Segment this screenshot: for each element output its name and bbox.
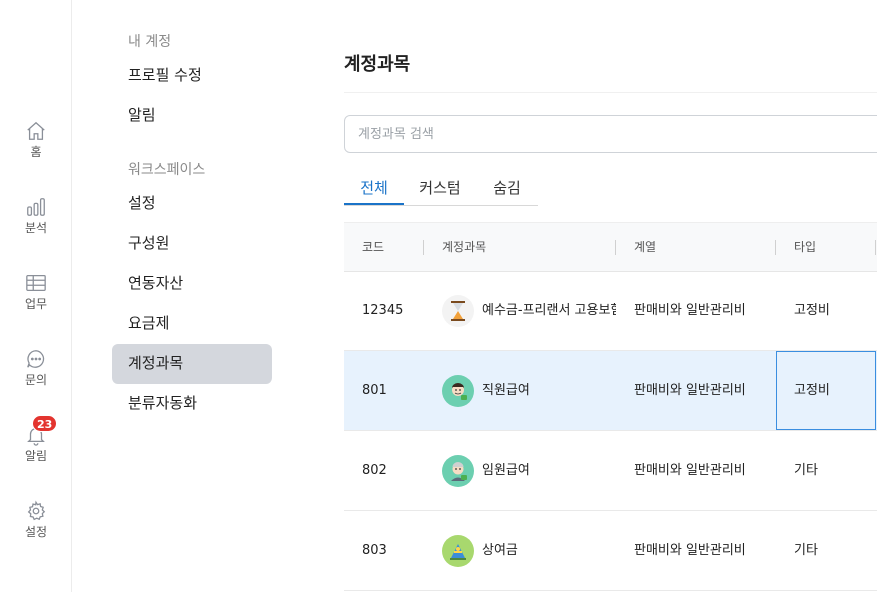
account-name: 상여금 bbox=[482, 543, 518, 558]
bonus-icon bbox=[442, 534, 474, 567]
cell-type[interactable]: 기타 bbox=[794, 511, 876, 590]
employee-avatar-icon bbox=[442, 374, 474, 407]
sidebar-heading-account: 내 계정 bbox=[128, 34, 172, 50]
column-header-type: 타입 bbox=[794, 223, 816, 273]
home-icon bbox=[27, 121, 45, 140]
cell-code: 803 bbox=[362, 543, 387, 558]
column-header-account: 계정과목 bbox=[442, 223, 486, 273]
rail-label: 홈 bbox=[30, 145, 42, 159]
title-divider bbox=[344, 92, 877, 93]
rail-item-analysis[interactable]: 분석 bbox=[0, 196, 72, 236]
cell-type[interactable]: 고정비 bbox=[794, 271, 876, 350]
column-header-category: 계열 bbox=[634, 223, 656, 273]
rail-item-settings[interactable]: 설정 bbox=[0, 500, 72, 540]
sidebar-item-linked-assets[interactable]: 연동자산 bbox=[112, 264, 272, 304]
settings-sidebar: 내 계정 프로필 수정 알림 워크스페이스 설정 구성원 연동자산 요금제 계정… bbox=[72, 0, 332, 592]
rail-item-home[interactable]: 홈 bbox=[0, 120, 72, 160]
rail-item-inquiry[interactable]: 문의 bbox=[0, 348, 72, 388]
cell-code: 12345 bbox=[362, 303, 404, 318]
notification-badge: 23 bbox=[32, 415, 58, 432]
column-header-label: 코드 bbox=[362, 240, 385, 254]
sidebar-item-pricing[interactable]: 요금제 bbox=[112, 304, 272, 344]
page-title: 계정과목 bbox=[344, 54, 411, 75]
column-header-code: 코드 bbox=[362, 223, 384, 273]
rail-item-notifications[interactable]: 23 알림 bbox=[0, 415, 72, 464]
column-header-label: 타입 bbox=[794, 240, 817, 254]
cell-account: 직원급여 bbox=[442, 351, 616, 430]
tab-hidden[interactable]: 숨김 bbox=[476, 172, 538, 205]
column-separator bbox=[775, 240, 776, 255]
hourglass-icon bbox=[442, 294, 474, 327]
column-separator bbox=[875, 240, 876, 255]
sidebar-item-accounts[interactable]: 계정과목 bbox=[112, 344, 272, 384]
table-header: 코드 계정과목 계열 타입 bbox=[344, 222, 877, 272]
column-separator bbox=[615, 240, 616, 255]
rail-label: 설정 bbox=[24, 525, 48, 539]
account-name: 예수금-프리랜서 고용보험 bbox=[482, 303, 616, 318]
sidebar-item-notifications[interactable]: 알림 bbox=[112, 96, 272, 136]
tab-custom[interactable]: 커스텀 bbox=[404, 172, 476, 205]
column-header-label: 계정과목 bbox=[442, 240, 487, 254]
cell-category: 판매비와 일반관리비 bbox=[634, 303, 746, 318]
rail-item-tasks[interactable]: 업무 bbox=[0, 272, 72, 312]
search-input[interactable] bbox=[344, 115, 877, 153]
table-row[interactable]: 12345 예수금-프리랜서 고용보험 판매비와 일반관리비 고정비 bbox=[344, 271, 877, 351]
account-name: 직원급여 bbox=[482, 383, 530, 398]
table-row[interactable]: 803 상여금 판매비와 일반관리비 기타 bbox=[344, 511, 877, 591]
sidebar-item-settings[interactable]: 설정 bbox=[112, 184, 272, 224]
cell-account: 예수금-프리랜서 고용보험 bbox=[442, 271, 616, 350]
cell-account: 상여금 bbox=[442, 511, 616, 590]
executive-avatar-icon bbox=[442, 454, 474, 487]
bar-chart-icon bbox=[27, 198, 45, 216]
sidebar-item-members[interactable]: 구성원 bbox=[112, 224, 272, 264]
cell-type[interactable]: 기타 bbox=[794, 431, 876, 510]
table-row[interactable]: 802 임원급여 판매비와 일반관리비 기타 bbox=[344, 431, 877, 511]
main-panel: 계정과목 전체 커스텀 숨김 코드 계정과목 계열 타입 12345 bbox=[344, 0, 877, 592]
account-name: 임원급여 bbox=[482, 463, 530, 478]
chat-icon bbox=[27, 350, 45, 368]
cell-category: 판매비와 일반관리비 bbox=[634, 543, 746, 558]
table-row[interactable]: 801 직원급여 판매비와 일반관리비 고정비 bbox=[344, 351, 877, 431]
cell-code: 802 bbox=[362, 463, 387, 478]
sidebar-item-auto-classification[interactable]: 분류자동화 bbox=[112, 384, 272, 424]
tab-bar: 전체 커스텀 숨김 bbox=[344, 172, 538, 206]
cell-category: 판매비와 일반관리비 bbox=[634, 463, 746, 478]
table-icon bbox=[26, 275, 46, 291]
cell-type[interactable]: 고정비 bbox=[776, 351, 876, 430]
rail-label: 문의 bbox=[24, 373, 48, 387]
rail-label: 알림 bbox=[24, 449, 48, 463]
rail-label: 업무 bbox=[24, 297, 48, 311]
sidebar-heading-workspace: 워크스페이스 bbox=[128, 162, 206, 178]
tab-all[interactable]: 전체 bbox=[344, 172, 404, 205]
cell-category: 판매비와 일반관리비 bbox=[634, 383, 746, 398]
sidebar-item-profile[interactable]: 프로필 수정 bbox=[112, 56, 272, 96]
cell-code: 801 bbox=[362, 383, 387, 398]
icon-rail: 홈 분석 업무 문의 23 알림 설정 bbox=[0, 0, 72, 592]
cell-account: 임원급여 bbox=[442, 431, 616, 510]
column-header-label: 계열 bbox=[634, 240, 657, 254]
rail-label: 분석 bbox=[24, 221, 48, 235]
gear-icon bbox=[27, 500, 46, 521]
column-separator bbox=[423, 240, 424, 255]
